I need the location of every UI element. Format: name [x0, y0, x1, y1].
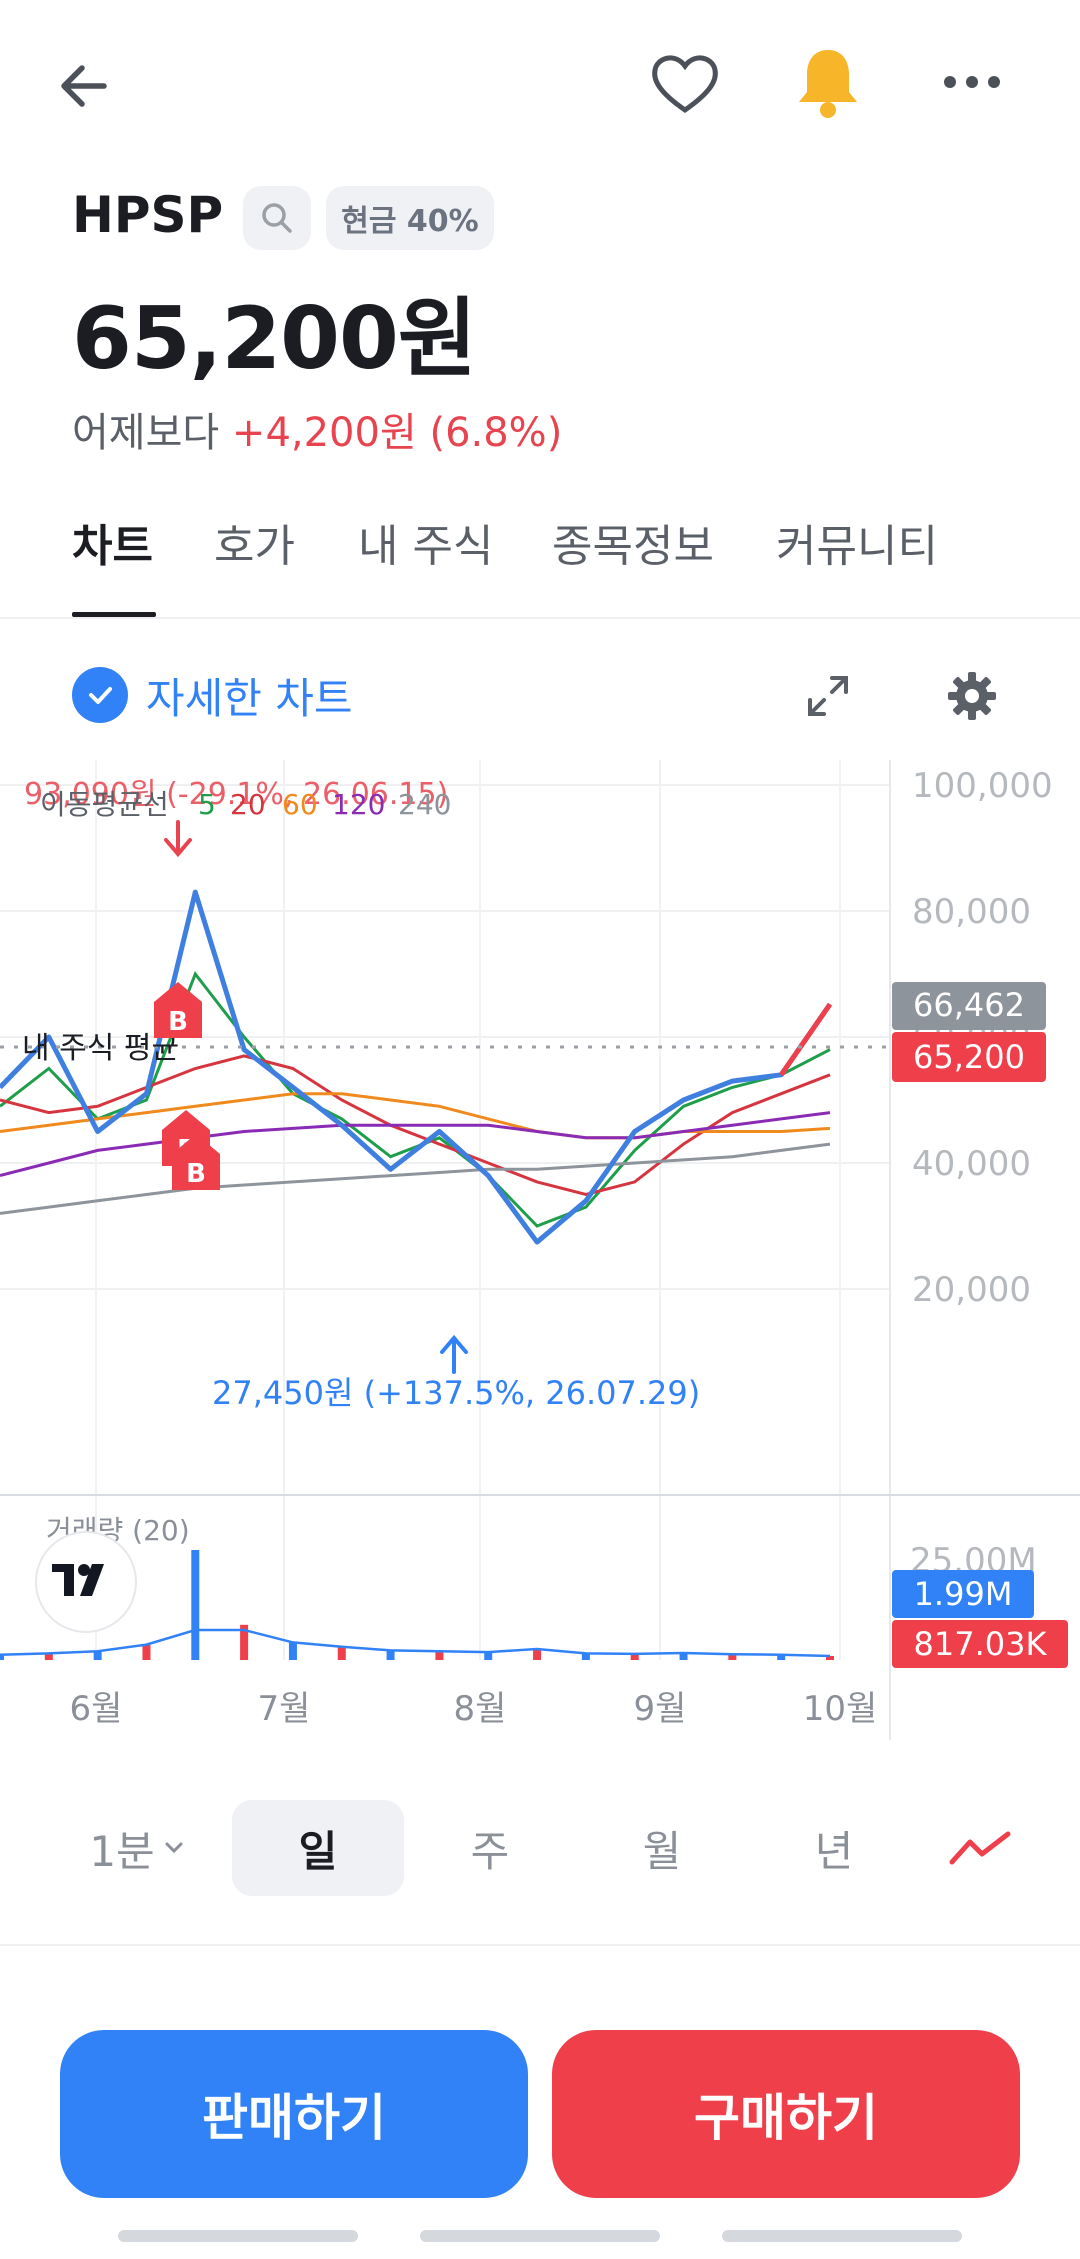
home-indicator [420, 2230, 660, 2242]
high-arrow-icon [164, 820, 192, 858]
volume-bar [288, 1642, 297, 1660]
change-prefix: 어제보다 [72, 410, 220, 456]
ma-line-240 [0, 1142, 831, 1215]
volume-bar [337, 1646, 346, 1660]
chart-type-line-icon[interactable] [920, 1800, 1040, 1896]
search-icon[interactable] [243, 186, 311, 250]
change-value: +4,200원 (6.8%) [231, 410, 563, 456]
buy-marker-label: B [186, 1159, 206, 1189]
tab-my-stock[interactable]: 내 주식 [358, 510, 493, 574]
chevron-down-icon [165, 1842, 183, 1854]
x-tick-label: 7월 [258, 1689, 311, 1729]
ma-legend-5: 5 [198, 788, 216, 821]
buy-button[interactable]: 구매하기 [552, 2030, 1020, 2198]
heart-icon[interactable] [646, 44, 724, 122]
tab-orderbook[interactable]: 호가 [214, 510, 295, 574]
tab-bar: 차트 호가 내 주식 종목정보 커뮤니티 [0, 510, 1080, 620]
price-line [0, 889, 833, 1245]
tab-chart[interactable]: 차트 [72, 510, 153, 574]
current-price: 65,200원 [72, 289, 477, 389]
y-tick-label: 80,000 [912, 892, 1031, 932]
buy-marker[interactable]: B [154, 982, 202, 1038]
price-change: 어제보다 +4,200원 (6.8%) [72, 400, 562, 458]
x-tick-label: 8월 [454, 1689, 507, 1729]
ma-line-120 [0, 1111, 831, 1178]
current-price-badge-text: 65,200 [913, 1038, 1025, 1076]
volume-bar [142, 1644, 151, 1660]
interval-minute-label: 1분 [89, 1826, 155, 1876]
interval-year[interactable]: 년 [774, 1800, 894, 1896]
y-tick-label: 20,000 [912, 1270, 1031, 1310]
more-icon[interactable] [934, 54, 1010, 110]
low-annotation: 27,450원 (+137.5%, 26.07.29) [212, 1374, 700, 1412]
avg-price-badge-text: 66,462 [913, 986, 1025, 1024]
settings-gear-icon[interactable] [942, 666, 1002, 726]
price-chart[interactable]: 100,00080,00060,00040,00020,000 6월7월8월9월… [0, 760, 1080, 1750]
interval-minute-dropdown[interactable]: 1분 [78, 1800, 198, 1896]
detail-chart-label: 자세한 차트 [146, 673, 353, 723]
home-indicator [118, 2230, 358, 2242]
volume-current-badge: 817.03K [892, 1620, 1068, 1668]
expand-icon[interactable] [800, 668, 856, 724]
ma-line-5 [0, 970, 831, 1228]
low-arrow-icon [440, 1334, 468, 1374]
stock-name: HPSP [72, 186, 224, 244]
divider [0, 1944, 1080, 1946]
tradingview-logo-icon[interactable] [35, 1531, 137, 1633]
volume-bar [435, 1651, 444, 1660]
ma-legend-120: 120 [332, 788, 385, 821]
x-tick-label: 10월 [803, 1689, 878, 1729]
bell-icon[interactable] [790, 42, 866, 122]
x-tick-label: 9월 [634, 1689, 687, 1729]
interval-week[interactable]: 주 [430, 1800, 550, 1896]
volume-bar [191, 1550, 200, 1660]
ma-legend-240: 240 [398, 788, 451, 821]
volume-ma-badge: 1.99M [892, 1570, 1034, 1618]
tab-divider [0, 617, 1080, 619]
interval-month[interactable]: 월 [602, 1800, 722, 1896]
tab-community[interactable]: 커뮤니티 [776, 510, 938, 574]
ma-legend-20: 20 [230, 788, 266, 821]
sell-button[interactable]: 판매하기 [60, 2030, 528, 2198]
volume-bar [386, 1650, 395, 1660]
volume-ma-badge-text: 1.99M [914, 1575, 1013, 1613]
volume-current-badge-text: 817.03K [914, 1625, 1048, 1663]
detail-chart-toggle[interactable]: 자세한 차트 [72, 665, 353, 725]
interval-day[interactable]: 일 [232, 1800, 404, 1896]
x-tick-label: 6월 [70, 1689, 123, 1729]
cash-ratio-badge[interactable]: 현금 40% [326, 186, 494, 250]
tab-stock-info[interactable]: 종목정보 [552, 510, 714, 574]
buy-marker-label: B [168, 1007, 188, 1037]
y-tick-label: 100,000 [912, 766, 1053, 806]
y-tick-label: 40,000 [912, 1144, 1031, 1184]
ma-line-60 [0, 1092, 831, 1140]
price-line-up-segment [779, 1002, 833, 1077]
check-icon [72, 667, 128, 723]
avg-price-badge: 66,462 [892, 982, 1046, 1030]
back-arrow-icon[interactable] [48, 50, 120, 122]
home-indicator [722, 2230, 962, 2242]
volume-ma-line [0, 1628, 831, 1658]
current-price-badge: 65,200 [892, 1032, 1046, 1082]
volume-bar [533, 1649, 542, 1660]
interval-selector: 1분 일 주 월 년 [0, 1800, 1080, 1910]
ma-legend-title: 이동평균선 [40, 788, 169, 821]
ma-legend-60: 60 [282, 788, 318, 821]
